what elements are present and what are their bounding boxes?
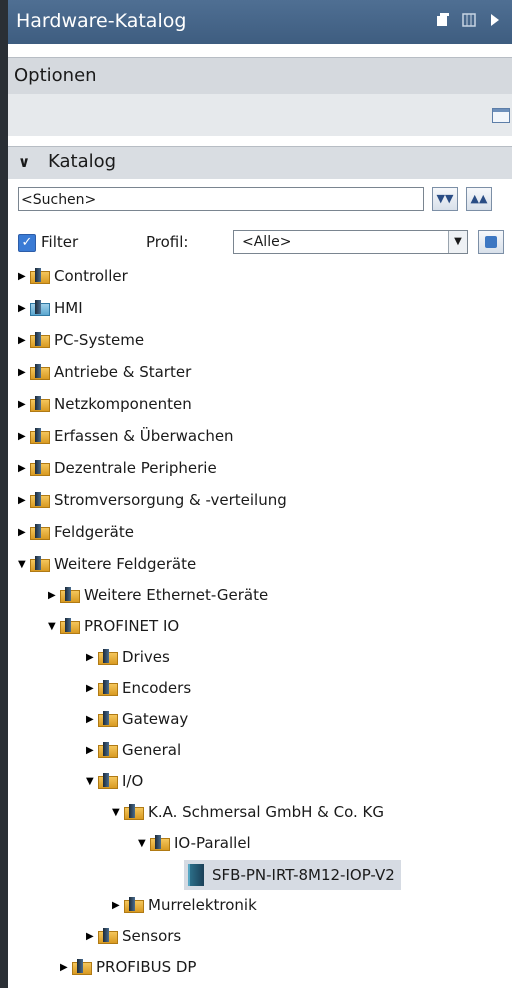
folder-icon (30, 332, 50, 348)
expand-arrow-icon[interactable]: ▶ (18, 527, 30, 538)
search-up-button[interactable]: ▲▲ (466, 187, 492, 211)
folder-icon (124, 804, 144, 820)
collapse-arrow-icon[interactable]: ▼ (18, 559, 30, 570)
katalog-label: Katalog (48, 151, 117, 172)
tree-item-antriebe[interactable]: ▶ Antriebe & Starter (18, 359, 191, 385)
folder-icon (30, 460, 50, 476)
optionen-section-header[interactable]: Optionen (8, 57, 512, 95)
expand-arrow-icon[interactable]: ▶ (86, 745, 98, 756)
filter-label: Filter (41, 233, 79, 251)
collapse-arrow-icon[interactable]: ▼ (86, 776, 98, 787)
folder-icon (98, 928, 118, 944)
optionen-label: Optionen (14, 65, 97, 86)
collapse-panel-icon[interactable] (488, 12, 502, 28)
tree-item-general[interactable]: ▶ General (86, 737, 181, 763)
expand-arrow-icon[interactable]: ▶ (18, 463, 30, 474)
expand-arrow-icon[interactable]: ▶ (18, 431, 30, 442)
expand-arrow-icon[interactable]: ▶ (86, 931, 98, 942)
tree-item-netzkomponenten[interactable]: ▶ Netzkomponenten (18, 391, 192, 417)
expand-arrow-icon[interactable]: ▶ (86, 652, 98, 663)
tree-item-gateway[interactable]: ▶ Gateway (86, 706, 188, 732)
search-input[interactable]: <Suchen> (18, 187, 424, 211)
window-view-icon[interactable] (492, 108, 510, 123)
tree-item-erfassen[interactable]: ▶ Erfassen & Überwachen (18, 423, 234, 449)
collapse-arrow-icon[interactable]: ▼ (138, 838, 150, 849)
tree-item-io[interactable]: ▼ I/O (86, 768, 143, 794)
folder-icon (98, 742, 118, 758)
folder-icon (60, 618, 80, 634)
left-window-edge (0, 0, 8, 988)
folder-icon (98, 773, 118, 789)
tree-item-hmi[interactable]: ▶ HMI (18, 295, 83, 321)
folder-icon (60, 587, 80, 603)
tree-item-device-selected[interactable]: SFB-PN-IRT-8M12-IOP-V2 (184, 860, 401, 890)
folder-icon (30, 396, 50, 412)
tree-item-dezentrale-peripherie[interactable]: ▶ Dezentrale Peripherie (18, 455, 217, 481)
tree-item-profinet-io[interactable]: ▼ PROFINET IO (48, 613, 179, 639)
tree-item-weitere-feldgeraete[interactable]: ▼ Weitere Feldgeräte (18, 551, 196, 577)
katalog-section-header[interactable]: ∨ Katalog (8, 146, 512, 179)
expand-arrow-icon[interactable]: ▶ (48, 590, 60, 601)
dock-panel-icon[interactable] (462, 12, 476, 28)
tree-item-stromversorgung[interactable]: ▶ Stromversorgung & -verteilung (18, 487, 287, 513)
hmi-folder-icon (30, 300, 50, 316)
folder-icon (98, 711, 118, 727)
filter-checkbox[interactable]: ✓ (18, 234, 36, 252)
folder-icon (30, 364, 50, 380)
expand-arrow-icon[interactable]: ▶ (86, 683, 98, 694)
collapse-arrow-icon[interactable]: ▼ (48, 621, 60, 632)
expand-arrow-icon[interactable]: ▶ (18, 303, 30, 314)
tree-item-drives[interactable]: ▶ Drives (86, 644, 170, 670)
tree-item-io-parallel[interactable]: ▼ IO-Parallel (138, 830, 251, 856)
folder-icon (30, 524, 50, 540)
hardware-catalog-panel: Hardware-Katalog Optionen ∨ Katalog <Suc… (8, 0, 512, 988)
chevron-down-icon[interactable]: ∨ (18, 153, 30, 171)
tree-item-sensors[interactable]: ▶ Sensors (86, 923, 181, 949)
expand-arrow-icon[interactable]: ▶ (18, 271, 30, 282)
folder-icon (30, 492, 50, 508)
float-panel-icon[interactable] (436, 12, 450, 28)
panel-titlebar: Hardware-Katalog (8, 0, 512, 44)
optionen-toolbar (8, 94, 512, 136)
tree-item-feldgeraete[interactable]: ▶ Feldgeräte (18, 519, 134, 545)
folder-icon (72, 959, 92, 975)
device-module-icon (188, 864, 204, 886)
profil-select[interactable]: <Alle> ▼ (233, 230, 468, 254)
tree-item-encoders[interactable]: ▶ Encoders (86, 675, 191, 701)
tree-item-murrelektronik[interactable]: ▶ Murrelektronik (112, 892, 257, 918)
folder-icon (30, 268, 50, 284)
folder-icon (150, 835, 170, 851)
expand-arrow-icon[interactable]: ▶ (18, 495, 30, 506)
expand-arrow-icon[interactable]: ▶ (18, 399, 30, 410)
expand-arrow-icon[interactable]: ▶ (60, 962, 72, 973)
expand-arrow-icon[interactable]: ▶ (112, 900, 124, 911)
profil-label: Profil: (146, 233, 189, 251)
tree-item-pc-systeme[interactable]: ▶ PC-Systeme (18, 327, 144, 353)
folder-icon (98, 649, 118, 665)
profil-select-value: <Alle> (242, 234, 292, 250)
tree-item-profibus-dp[interactable]: ▶ PROFIBUS DP (60, 954, 196, 980)
filter-row: ✓ Filter Profil: <Alle> ▼ (8, 230, 512, 256)
folder-icon (98, 680, 118, 696)
expand-arrow-icon[interactable]: ▶ (86, 714, 98, 725)
search-down-button[interactable]: ▼▼ (432, 187, 458, 211)
expand-arrow-icon[interactable]: ▶ (18, 335, 30, 346)
dropdown-arrow-icon[interactable]: ▼ (448, 231, 467, 253)
folder-icon (30, 428, 50, 444)
folder-icon (124, 897, 144, 913)
profile-settings-button[interactable] (478, 230, 504, 254)
tree-item-controller[interactable]: ▶ Controller (18, 263, 128, 289)
panel-title: Hardware-Katalog (16, 10, 187, 32)
expand-arrow-icon[interactable]: ▶ (18, 367, 30, 378)
tree-item-weitere-ethernet[interactable]: ▶ Weitere Ethernet-Geräte (48, 582, 268, 608)
tree-item-schmersal[interactable]: ▼ K.A. Schmersal GmbH & Co. KG (112, 799, 384, 825)
folder-icon (30, 556, 50, 572)
collapse-arrow-icon[interactable]: ▼ (112, 807, 124, 818)
